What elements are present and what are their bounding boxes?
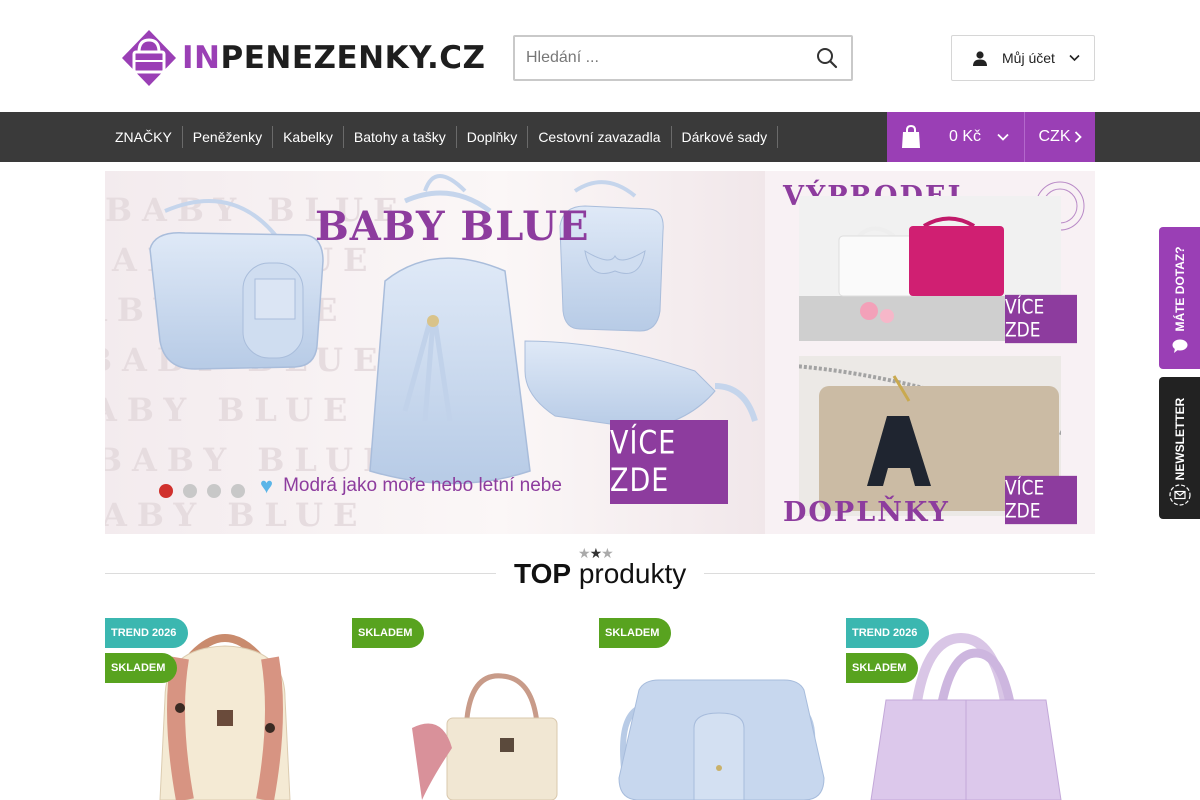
- chevron-down-icon: [997, 133, 1009, 141]
- heart-icon: ♥: [260, 473, 274, 498]
- user-icon: [973, 51, 987, 66]
- slider-more-button[interactable]: VÍCE ZDE: [610, 420, 728, 504]
- slider-tagline: ♥ Modrá jako moře nebo letní nebe: [260, 473, 562, 499]
- main-slider[interactable]: BABY BLUE BABY BLUE BABY BLUE BABY BLUE …: [105, 171, 765, 534]
- nav-item-doplnky[interactable]: Doplňky: [457, 126, 529, 148]
- slider-dot-1[interactable]: [159, 484, 173, 498]
- chevron-right-icon: [1074, 131, 1082, 143]
- top-products-heading: ★★★ TOP produkty: [105, 545, 1095, 605]
- ask-question-tab[interactable]: MÁTE DOTAZ?: [1159, 227, 1200, 369]
- logo-bag-icon: [122, 30, 176, 86]
- slider-dot-4[interactable]: [231, 484, 245, 498]
- cart-total: 0 Kč: [949, 128, 982, 145]
- hero-banner: BABY BLUE BABY BLUE BABY BLUE BABY BLUE …: [105, 171, 1095, 534]
- badge-in-stock: SKLADEM: [846, 653, 919, 683]
- currency-label: CZK: [1038, 128, 1071, 145]
- search-input[interactable]: [515, 37, 803, 79]
- slider-dot-3[interactable]: [207, 484, 221, 498]
- badge-in-stock: SKLADEM: [599, 618, 672, 648]
- currency-switcher[interactable]: CZK: [1024, 112, 1095, 162]
- account-button[interactable]: Můj účet: [951, 35, 1095, 81]
- slider-title: BABY BLUE: [315, 203, 590, 250]
- nav-item-znacky[interactable]: ZNAČKY: [105, 126, 183, 148]
- slider-tagline-text: Modrá jako moře nebo letní nebe: [283, 475, 562, 496]
- badge-in-stock: SKLADEM: [352, 618, 425, 648]
- cart-button[interactable]: 0 Kč: [887, 112, 1024, 162]
- badge-trend: TREND 2026: [105, 618, 189, 648]
- nav-item-cestovni-zavazadla[interactable]: Cestovní zavazadla: [528, 126, 672, 148]
- promo-accessories-title: DOPLŇKY: [783, 497, 950, 528]
- section-title: TOP produkty: [514, 558, 687, 589]
- search-icon: [817, 48, 838, 69]
- divider-line: [105, 573, 496, 574]
- logo-text: INPENEZENKY.CZ: [182, 40, 486, 76]
- promo-sale-button[interactable]: VÍCE ZDE: [1005, 294, 1077, 344]
- promo-accessories-button[interactable]: VÍCE ZDE: [1005, 475, 1077, 525]
- divider-line: [704, 573, 1095, 574]
- nav-item-batohy[interactable]: Batohy a tašky: [344, 126, 457, 148]
- account-label: Můj účet: [1002, 50, 1055, 66]
- slider-dots: [159, 484, 255, 498]
- chevron-down-icon: [1069, 54, 1080, 62]
- mail-icon: [1169, 484, 1191, 506]
- product-card[interactable]: TREND 2026 SKLADEM: [846, 618, 1083, 800]
- search-button[interactable]: [803, 37, 851, 79]
- product-card[interactable]: SKLADEM: [352, 618, 589, 800]
- side-promo-panel: VÝPRODEJ VÍCE ZDE: [765, 171, 1095, 534]
- chat-bubble-icon: [1172, 339, 1188, 353]
- nav-item-darkove-sady[interactable]: Dárkové sady: [672, 126, 779, 148]
- newsletter-label: NEWSLETTER: [1172, 397, 1187, 481]
- search-box: [513, 35, 853, 81]
- badge-in-stock: SKLADEM: [105, 653, 178, 683]
- slider-dot-2[interactable]: [183, 484, 197, 498]
- nav-item-penezenky[interactable]: Peněženky: [183, 126, 274, 148]
- product-card[interactable]: SKLADEM: [599, 618, 836, 800]
- product-card[interactable]: TREND 2026 SKLADEM: [105, 618, 342, 800]
- nav-item-kabelky[interactable]: Kabelky: [273, 126, 344, 148]
- site-logo[interactable]: INPENEZENKY.CZ: [120, 26, 485, 90]
- badge-trend: TREND 2026: [846, 618, 930, 648]
- ask-question-label: MÁTE DOTAZ?: [1172, 246, 1187, 332]
- site-header: INPENEZENKY.CZ Můj účet: [0, 0, 1200, 112]
- newsletter-tab[interactable]: NEWSLETTER: [1159, 377, 1200, 519]
- shopping-bag-icon: [902, 125, 920, 148]
